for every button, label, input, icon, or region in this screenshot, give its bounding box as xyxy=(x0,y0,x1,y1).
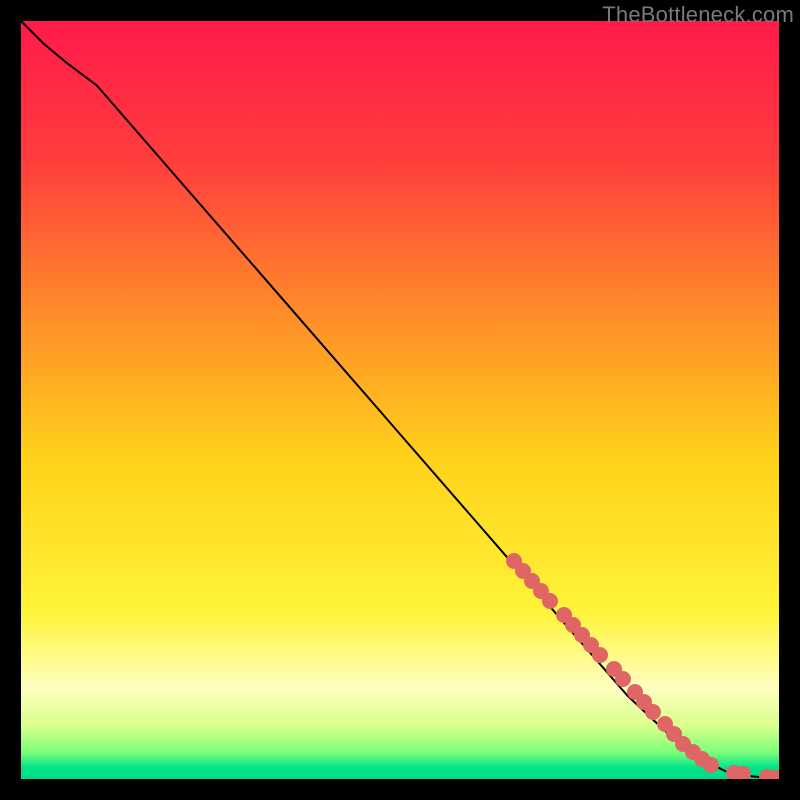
bottleneck-curve xyxy=(21,21,779,779)
data-marker xyxy=(615,671,631,687)
data-marker xyxy=(542,593,558,609)
data-marker xyxy=(703,757,719,773)
data-marker xyxy=(735,766,751,779)
chart-frame: TheBottleneck.com xyxy=(0,0,800,800)
watermark-text: TheBottleneck.com xyxy=(602,2,794,28)
data-marker xyxy=(592,647,608,663)
plot-area xyxy=(21,21,779,779)
data-marker xyxy=(768,770,779,779)
